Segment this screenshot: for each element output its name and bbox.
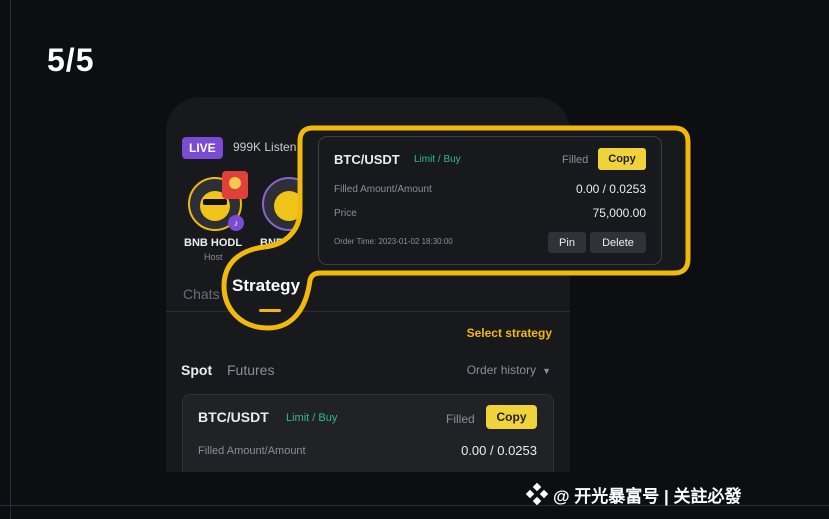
binance-logo-icon <box>525 482 549 506</box>
zoomed-order-pair: BTC/USDT <box>334 152 400 167</box>
active-tab-indicator <box>259 309 281 312</box>
tab-strategy[interactable]: Strategy <box>232 276 300 296</box>
zoomed-price-label: Price <box>334 208 357 219</box>
zoomed-amount-value: 0.00 / 0.0253 <box>575 182 646 196</box>
order-time: Order Time: 2023-01-02 18:30:00 <box>334 237 453 246</box>
zoomed-order-type: Limit / Buy <box>414 154 461 165</box>
watermark: @ 开光暴富号 | 关註必發 <box>525 480 742 508</box>
logo-diamond <box>539 489 549 499</box>
zoomed-price-value: 75,000.00 <box>592 206 646 220</box>
watermark-text: @ 开光暴富号 | 关註必發 <box>553 486 742 506</box>
zoomed-order-card: BTC/USDT Limit / Buy Filled Copy Filled … <box>318 136 662 265</box>
logo-diamond <box>525 489 535 499</box>
zoomed-amount-label: Filled Amount/Amount <box>334 184 432 195</box>
delete-button[interactable]: Delete <box>590 232 646 253</box>
logo-diamond <box>532 482 542 492</box>
logo-diamond <box>532 496 542 506</box>
zoomed-order-status: Filled <box>562 154 589 166</box>
zoomed-copy-button[interactable]: Copy <box>598 148 646 170</box>
pin-button[interactable]: Pin <box>548 232 586 253</box>
